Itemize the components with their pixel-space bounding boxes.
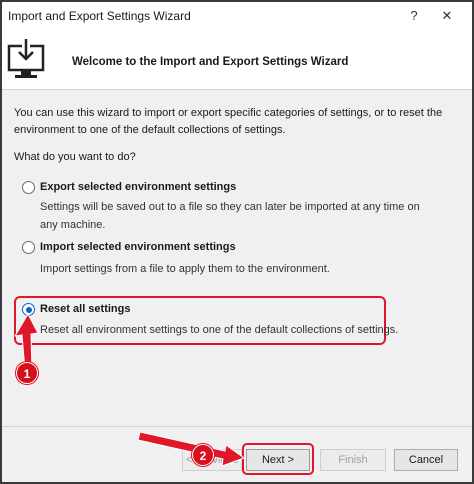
option-reset-description: Reset all environment settings to one of…	[40, 324, 399, 336]
step-badge-2: 2	[192, 444, 214, 466]
option-export-description: Settings will be saved out to a file so …	[40, 201, 420, 231]
title-bar: Import and Export Settings Wizard ? ✕	[2, 2, 472, 30]
cancel-button[interactable]: Cancel	[394, 449, 458, 471]
wizard-content: You can use this wizard to import or exp…	[2, 91, 472, 426]
header-title: Welcome to the Import and Export Setting…	[72, 56, 349, 68]
help-button[interactable]: ?	[402, 4, 426, 28]
finish-button[interactable]: Finish	[320, 449, 386, 471]
export-radio[interactable]	[22, 181, 35, 194]
question-text: What do you want to do?	[14, 151, 136, 163]
option-import-label[interactable]: Import selected environment settings	[40, 241, 236, 253]
wizard-header: Welcome to the Import and Export Setting…	[2, 30, 472, 90]
option-export-label[interactable]: Export selected environment settings	[40, 181, 236, 193]
intro-text: You can use this wizard to import or exp…	[14, 107, 443, 136]
option-import-description: Import settings from a file to apply the…	[40, 263, 330, 275]
wizard-window: Import and Export Settings Wizard ? ✕ We…	[0, 0, 474, 484]
close-button[interactable]: ✕	[432, 4, 462, 28]
window-title: Import and Export Settings Wizard	[8, 9, 191, 23]
wizard-footer: < Previous Next > Finish Cancel	[2, 426, 472, 482]
step-badge-1: 1	[16, 362, 38, 384]
option-reset-label[interactable]: Reset all settings	[40, 303, 130, 315]
reset-radio[interactable]	[22, 303, 35, 316]
next-button[interactable]: Next >	[246, 449, 310, 471]
download-to-monitor-icon	[7, 38, 45, 78]
import-radio[interactable]	[22, 241, 35, 254]
